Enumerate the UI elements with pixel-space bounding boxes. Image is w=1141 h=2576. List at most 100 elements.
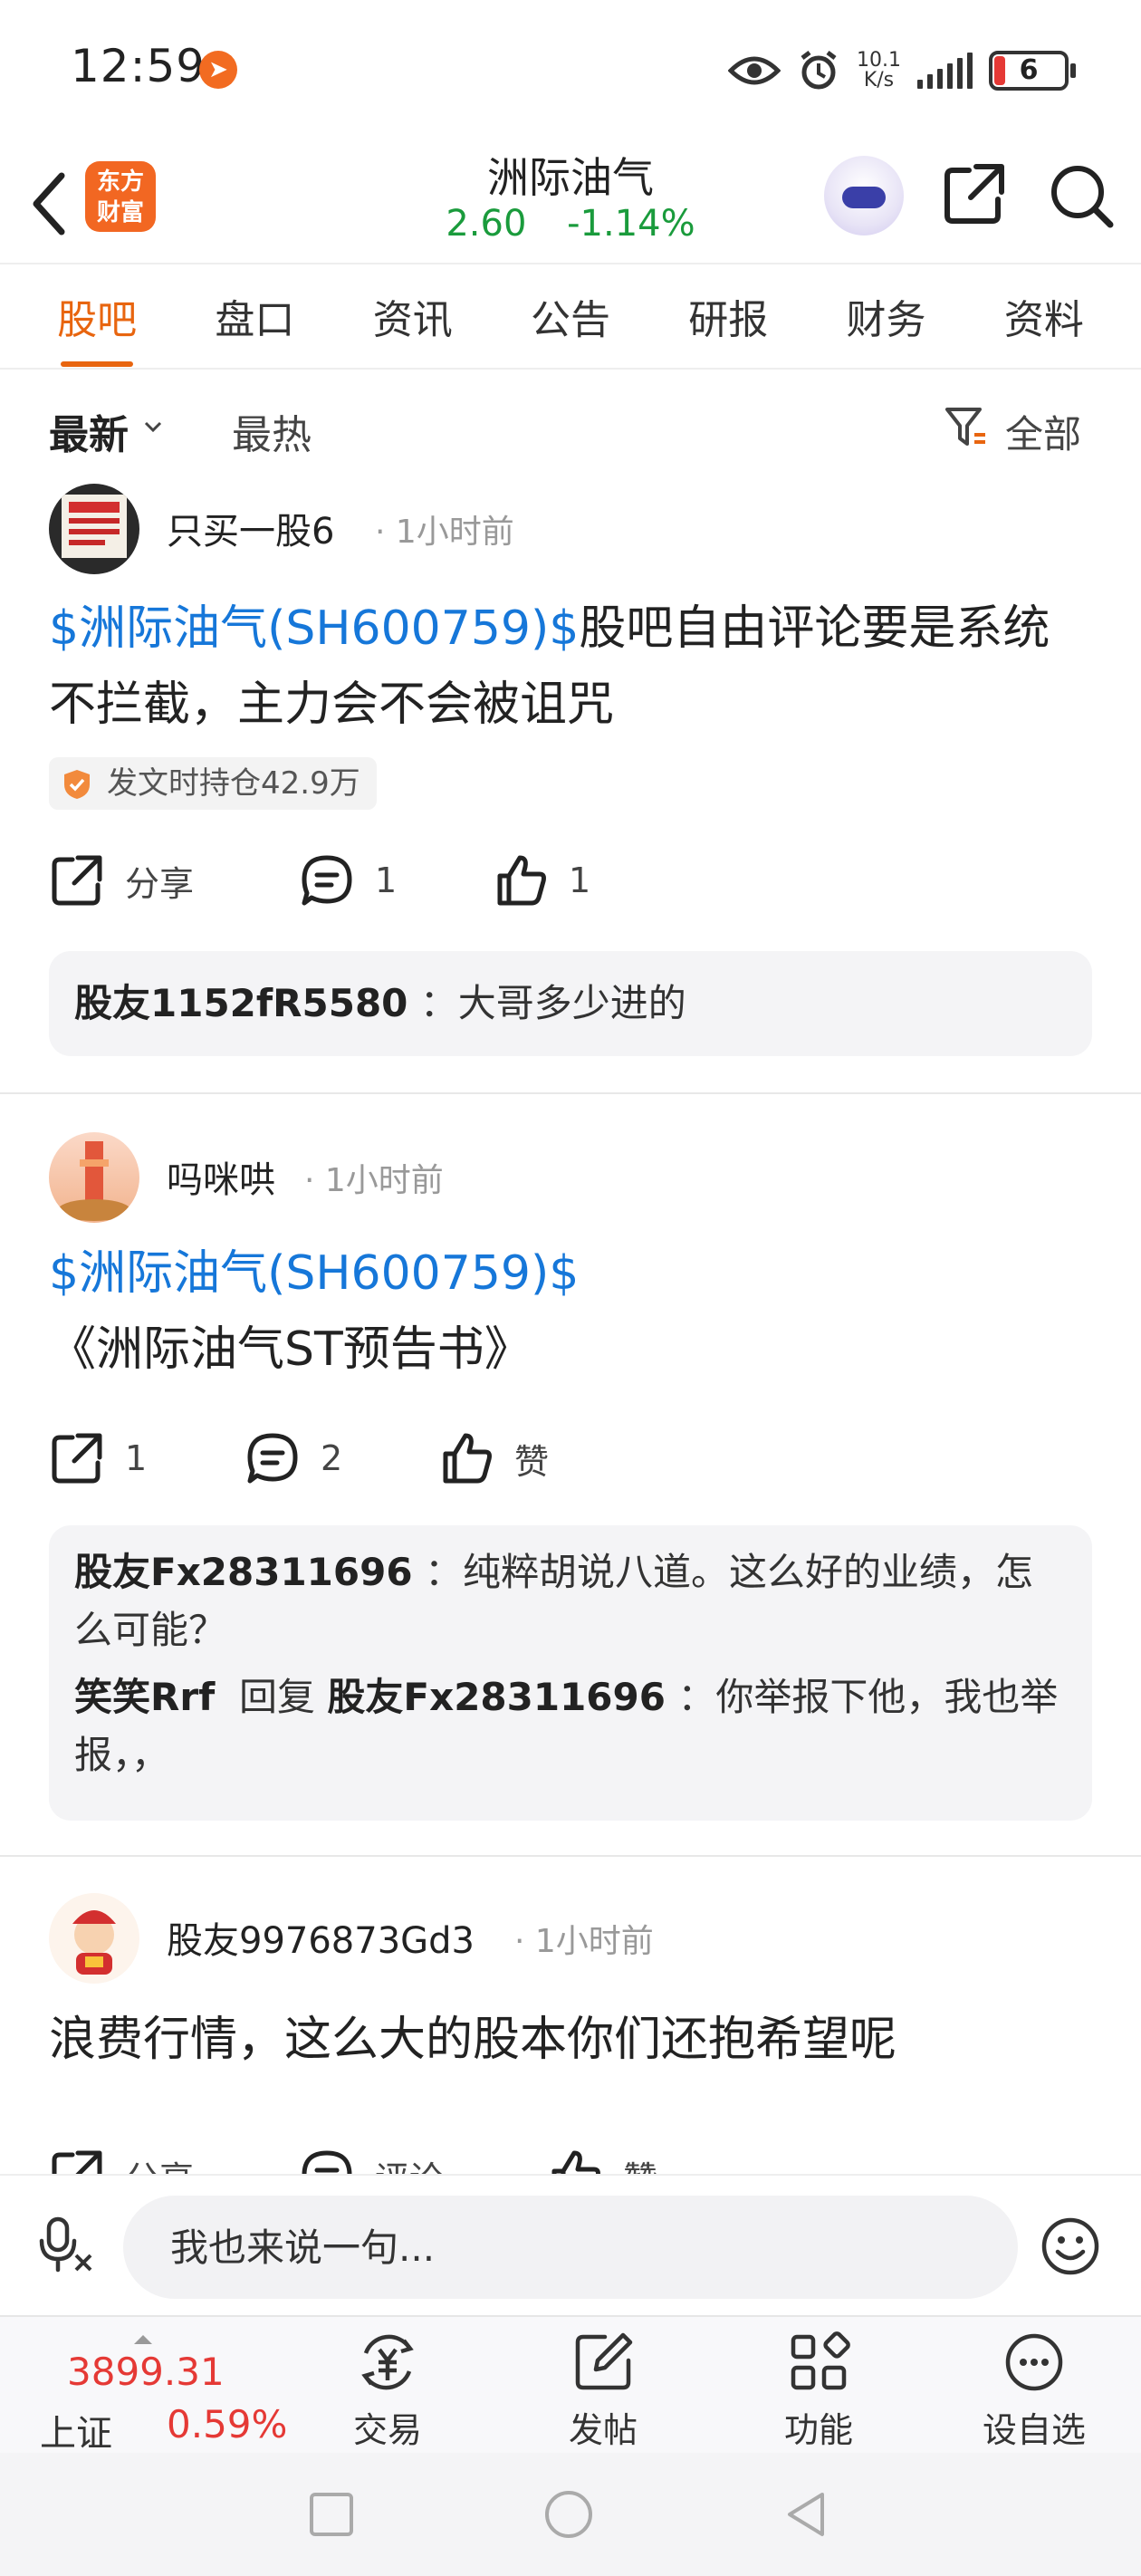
- avatar[interactable]: [49, 1132, 139, 1223]
- filter-row: 最新 最热 全部: [0, 370, 1141, 469]
- filter-icon[interactable]: [944, 404, 989, 451]
- comment-user[interactable]: 股友Fx28311696: [74, 1550, 413, 1594]
- eye-icon: [728, 56, 781, 85]
- stock-tabs: 股吧 盘口 资讯 公告 研报 财务 资料: [0, 263, 1141, 370]
- post-body[interactable]: $洲际油气(SH600759)$股吧自由评论要是系统不拦截，主力会不会被诅咒: [49, 591, 1090, 743]
- market-index[interactable]: 3899.31 上证 0.59%: [36, 2335, 287, 2455]
- stock-header: 东方 财富 洲际油气 2.60 -1.14%: [0, 145, 1141, 263]
- share-button[interactable]: 分享: [49, 844, 194, 917]
- voice-input-icon[interactable]: [36, 2216, 96, 2275]
- status-time: 12:59: [71, 40, 206, 92]
- post-time: · 1小时前: [304, 1162, 444, 1199]
- tab-pankou[interactable]: 盘口: [206, 287, 303, 345]
- divider: [0, 1855, 1141, 1857]
- nav-add-watchlist[interactable]: 设自选: [962, 2330, 1107, 2450]
- notification-icon: ➤: [199, 51, 237, 89]
- chevron-down-icon: [144, 421, 162, 433]
- holding-badge: 发文时持仓42.9万: [49, 757, 377, 810]
- stock-tag-link[interactable]: $洲际油气(SH600759)$: [49, 601, 579, 656]
- comment-button[interactable]: 1: [299, 844, 397, 917]
- post-time: · 1小时前: [514, 1923, 654, 1960]
- battery-level: 6: [1019, 54, 1039, 86]
- post-body[interactable]: $洲际油气(SH600759)$ 《洲际油气ST预告书》: [49, 1235, 1090, 1388]
- nav-compose[interactable]: 发帖: [531, 2330, 676, 2450]
- nav-trade[interactable]: 交易: [315, 2330, 460, 2450]
- nav-apps[interactable]: 功能: [746, 2330, 891, 2450]
- reply-to-user[interactable]: 股友Fx28311696: [327, 1675, 666, 1719]
- more-icon: [1005, 2333, 1063, 2391]
- nav-compose-label: 发帖: [568, 2410, 638, 2450]
- index-value: 3899.31: [67, 2350, 225, 2394]
- comment-preview[interactable]: 股友Fx28311696 ：纯粹胡说八道。这么好的业绩，怎么可能？ 笑笑Rrf …: [49, 1525, 1092, 1821]
- tab-news[interactable]: 资讯: [364, 287, 462, 345]
- index-change-pct: 0.59%: [167, 2402, 288, 2446]
- nav-trade-label: 交易: [352, 2410, 422, 2450]
- home-icon[interactable]: [542, 2487, 596, 2542]
- like-count: 1: [569, 860, 591, 900]
- comment-user[interactable]: 笑笑Rrf: [74, 1675, 215, 1719]
- post-time-text: 1小时前: [534, 1923, 654, 1960]
- emoji-icon[interactable]: [1040, 2216, 1101, 2277]
- divider: [0, 1092, 1141, 1094]
- post-text: 浪费行情，这么大的股本你们还抱希望呢: [49, 2013, 897, 2067]
- comment-input[interactable]: [123, 2196, 1018, 2299]
- comment-row[interactable]: 股友Fx28311696 ：纯粹胡说八道。这么好的业绩，怎么可能？: [74, 1543, 1067, 1659]
- thumbs-up-icon: [497, 855, 546, 906]
- comment-count: 2: [321, 1438, 343, 1478]
- avatar[interactable]: [49, 1893, 139, 1984]
- battery-icon: 6: [989, 51, 1076, 91]
- post-time: · 1小时前: [375, 514, 514, 551]
- tab-profile[interactable]: 资料: [995, 287, 1093, 345]
- status-icons: 10.1 K/s 6: [728, 45, 1076, 96]
- post-actions: 1 2 赞: [49, 1422, 1090, 1495]
- shield-icon: [64, 770, 90, 799]
- filter-all[interactable]: 全部: [1005, 404, 1081, 459]
- comment-button[interactable]: 2: [244, 1422, 342, 1495]
- ai-assistant-icon[interactable]: [824, 156, 904, 235]
- comment-user[interactable]: 股友1152fR5580: [74, 981, 408, 1025]
- comment-input-bar: [0, 2174, 1141, 2315]
- holding-badge-text: 发文时持仓42.9万: [107, 765, 360, 802]
- tab-announcements[interactable]: 公告: [522, 287, 619, 345]
- comment-preview[interactable]: 股友1152fR5580 ：大哥多少进的: [49, 951, 1092, 1056]
- nav-apps-label: 功能: [783, 2410, 853, 2450]
- post-body[interactable]: 浪费行情，这么大的股本你们还抱希望呢: [49, 2002, 1090, 2078]
- net-speed-unit: K/s: [863, 69, 895, 91]
- post-actions: 分享 1 1: [49, 844, 1090, 917]
- post-author[interactable]: 只买一股6: [167, 502, 334, 554]
- recent-apps-icon[interactable]: [304, 2487, 359, 2542]
- trade-icon: [361, 2334, 414, 2390]
- post-author[interactable]: 吗咪哄: [167, 1150, 275, 1203]
- share-button[interactable]: 1: [49, 1422, 147, 1495]
- post-text: 《洲际油气ST预告书》: [49, 1322, 532, 1377]
- stock-change-pct: -1.14%: [567, 203, 695, 245]
- net-speed-value: 10.1: [857, 49, 901, 72]
- sort-hot[interactable]: 最热: [232, 402, 312, 460]
- net-speed: 10.1 K/s: [857, 51, 901, 91]
- post-author[interactable]: 股友9976873Gd3: [167, 1911, 475, 1964]
- avatar[interactable]: [49, 484, 139, 574]
- share-icon[interactable]: [942, 161, 1007, 226]
- share-icon: [52, 1433, 102, 1484]
- like-label: 赞: [514, 1441, 550, 1482]
- tab-research[interactable]: 研报: [679, 287, 777, 345]
- share-icon: [52, 855, 102, 906]
- share-label: 分享: [125, 863, 195, 904]
- thumbs-up-icon: [443, 1433, 492, 1484]
- stock-price: 2.60: [446, 203, 527, 245]
- search-icon[interactable]: [1047, 161, 1116, 230]
- post-time-text: 1小时前: [395, 514, 514, 551]
- caret-up-icon: [134, 2335, 152, 2344]
- tab-finance[interactable]: 财务: [838, 287, 935, 345]
- comment-icon: [302, 855, 352, 906]
- share-count: 1: [125, 1438, 148, 1478]
- post-time-text: 1小时前: [324, 1162, 444, 1199]
- like-button[interactable]: 1: [493, 844, 590, 917]
- comment-row[interactable]: 笑笑Rrf 回复 股友Fx28311696 ：你举报下他，我也举报，，: [74, 1668, 1067, 1784]
- tab-guba[interactable]: 股吧: [48, 287, 146, 367]
- comment-count: 1: [375, 860, 398, 900]
- sort-latest[interactable]: 最新: [49, 402, 129, 460]
- stock-tag-link[interactable]: $洲际油气(SH600759)$: [49, 1235, 1090, 1312]
- system-back-icon[interactable]: [779, 2487, 833, 2542]
- like-button[interactable]: 赞: [438, 1422, 549, 1495]
